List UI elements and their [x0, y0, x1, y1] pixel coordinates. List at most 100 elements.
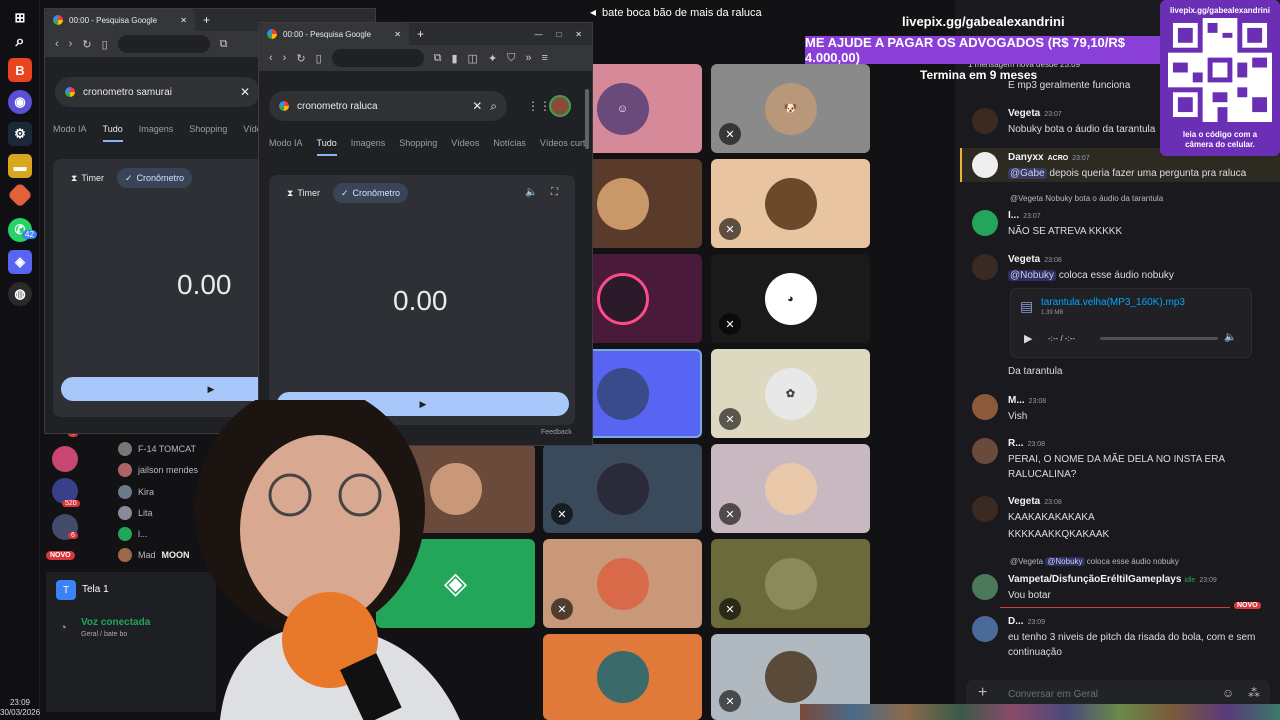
volume-icon[interactable]: 🔈 — [1224, 332, 1236, 343]
sidebar-icon[interactable]: ▮ — [451, 52, 457, 65]
shield-icon[interactable]: ⛉ — [507, 52, 515, 65]
username[interactable]: Danyxx — [1008, 152, 1044, 163]
mention[interactable]: @Nobuky — [1008, 270, 1057, 281]
folder-icon[interactable]: ▬ — [8, 154, 32, 178]
sound-icon[interactable]: 🔈 — [525, 187, 537, 198]
tab-all[interactable]: Tudo — [102, 124, 123, 142]
avatar[interactable] — [972, 152, 998, 178]
search-box[interactable]: cronometro samurai ✕ — [55, 77, 260, 107]
username[interactable]: Vampeta/DisfunçãoEréltilGameplays — [1008, 574, 1181, 585]
tab-shorts[interactable]: Vídeos curt — [540, 138, 586, 156]
tab-all[interactable]: Tudo — [316, 138, 337, 156]
video-tile[interactable]: ◈ — [376, 539, 535, 628]
username[interactable]: Vegeta — [1008, 108, 1040, 119]
reload-icon[interactable]: ↻ — [82, 38, 91, 51]
audio-progress[interactable] — [1100, 337, 1218, 340]
new-tab-icon[interactable]: + — [203, 13, 210, 27]
scrollbar[interactable] — [585, 89, 589, 149]
avatar[interactable] — [972, 438, 998, 464]
extensions-icon[interactable]: ⧉ — [434, 52, 442, 65]
timer-chip[interactable]: ⧗ Timer — [279, 183, 328, 203]
search-box[interactable]: cronometro raluca ✕ ⌕ — [269, 91, 507, 121]
file-name-link[interactable]: tarantula.velha(MP3_160K).mp3 — [1041, 297, 1185, 308]
video-tile[interactable]: ✕ — [711, 444, 870, 533]
screen-label[interactable]: Tela 1 — [82, 584, 109, 595]
feedback-link[interactable]: Feedback — [541, 429, 572, 436]
avatar[interactable] — [972, 254, 998, 280]
fullscreen-icon[interactable]: ⛶ — [551, 187, 558, 198]
start-button[interactable]: ▶ — [277, 392, 569, 416]
stopwatch-chip[interactable]: ✓ Cronômetro — [117, 168, 193, 188]
bookmark-icon[interactable]: ▯ — [316, 52, 322, 65]
avatar[interactable] — [549, 95, 571, 117]
more-icon[interactable]: » — [525, 52, 531, 64]
maximize-icon[interactable]: □ — [556, 30, 561, 39]
member-item[interactable]: Kira — [118, 485, 154, 499]
username[interactable]: I... — [1008, 210, 1019, 221]
wallet-icon[interactable]: ◫ — [468, 52, 478, 65]
member-item[interactable]: Lita — [118, 506, 153, 520]
avatar[interactable] — [972, 394, 998, 420]
server-icon[interactable] — [52, 446, 78, 472]
chrome-icon[interactable]: ◍ — [8, 282, 32, 306]
video-tile[interactable]: ✕ — [711, 539, 870, 628]
username[interactable]: M... — [1008, 395, 1025, 406]
close-icon[interactable]: ✕ — [394, 30, 401, 39]
bookmark-icon[interactable]: ▯ — [102, 38, 108, 51]
apps-icon[interactable]: ⁂ — [1248, 686, 1260, 700]
add-icon[interactable]: + — [978, 684, 987, 702]
emoji-icon[interactable]: ☺ — [1222, 686, 1234, 700]
username[interactable]: Vegeta — [1008, 496, 1040, 507]
tab-news[interactable]: Notícias — [493, 138, 526, 156]
minimize-icon[interactable]: — — [534, 30, 542, 39]
browser-tab[interactable]: 00:00 - Pesquisa Google ✕ — [259, 23, 409, 45]
video-tile[interactable] — [376, 444, 535, 533]
tab-shopping[interactable]: Shopping — [399, 138, 437, 156]
reply-preview[interactable]: @Vegeta @Nobuky coloca esse áudio nobuky — [1010, 557, 1179, 566]
video-tile[interactable]: ✕ — [543, 539, 702, 628]
reply-preview[interactable]: @Vegeta Nobuky bota o áudio da tarantula — [1010, 194, 1163, 203]
forward-icon[interactable]: › — [283, 52, 287, 64]
apps-grid-icon[interactable]: ⋮⋮ — [527, 99, 551, 113]
tab-ai-mode[interactable]: Modo IA — [269, 138, 303, 156]
member-item[interactable]: Mad MOON — [118, 548, 190, 562]
avatar[interactable] — [972, 616, 998, 642]
obs-icon[interactable]: ◉ — [8, 90, 32, 114]
address-bar[interactable] — [331, 49, 424, 67]
video-tile[interactable]: ◕ ✕ — [711, 254, 870, 343]
search-icon[interactable]: ⌕ — [490, 99, 497, 114]
tab-ai-mode[interactable]: Modo IA — [53, 124, 87, 142]
stopwatch-chip[interactable]: ✓ Cronômetro — [333, 183, 409, 203]
video-tile[interactable]: ✿ ✕ — [711, 349, 870, 438]
tab-images[interactable]: Imagens — [139, 124, 174, 142]
username[interactable]: D... — [1008, 616, 1024, 627]
reload-icon[interactable]: ↻ — [296, 52, 305, 65]
forward-icon[interactable]: › — [69, 38, 73, 50]
member-item[interactable]: jailson mendes — [118, 463, 198, 477]
git-icon[interactable] — [7, 182, 33, 208]
clear-icon[interactable]: ✕ — [240, 85, 250, 99]
steam-icon[interactable]: ⚙ — [8, 122, 32, 146]
tab-images[interactable]: Imagens — [351, 138, 386, 156]
back-icon[interactable]: ‹ — [269, 52, 273, 64]
windows-start-icon[interactable]: ⊞ — [8, 6, 32, 30]
taskbar-clock[interactable]: 23:09 30/03/2026 — [0, 698, 40, 718]
browser-tab[interactable]: 00:00 - Pesquisa Google ✕ — [45, 9, 195, 31]
tab-shopping[interactable]: Shopping — [189, 124, 227, 142]
video-tile[interactable]: 🐶 ✕ — [711, 64, 870, 153]
avatar[interactable] — [972, 210, 998, 236]
close-window-icon[interactable]: ✕ — [575, 30, 582, 39]
mention[interactable]: @Gabe — [1008, 168, 1047, 179]
play-icon[interactable]: ▶ — [1024, 332, 1032, 345]
video-tile[interactable]: ✕ — [543, 444, 702, 533]
avatar[interactable] — [972, 496, 998, 522]
tab-videos[interactable]: Vídeos — [451, 138, 479, 156]
extensions-icon[interactable]: ⧉ — [220, 38, 228, 51]
close-icon[interactable]: ✕ — [180, 16, 187, 25]
discord-app-icon[interactable]: ◈ — [8, 250, 32, 274]
address-bar[interactable] — [117, 35, 210, 53]
member-item[interactable]: F-14 TOMCAT — [118, 442, 196, 456]
timer-chip[interactable]: ⧗ Timer — [63, 168, 112, 188]
username[interactable]: Vegeta — [1008, 254, 1040, 265]
menu-icon[interactable]: ≡ — [542, 52, 548, 64]
